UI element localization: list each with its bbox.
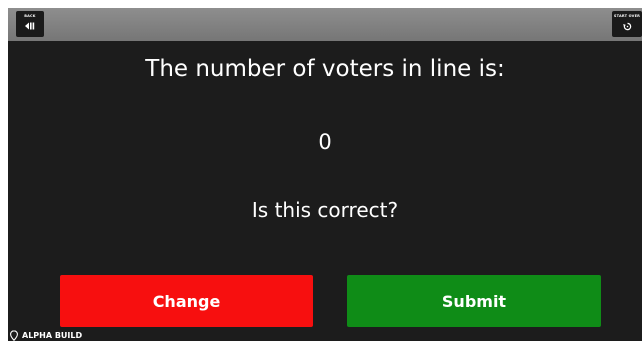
back-arrow-icon	[16, 22, 44, 32]
restart-icon	[612, 22, 642, 32]
back-button-label: BACK	[24, 14, 36, 18]
voters-in-line-question: The number of voters in line is:	[145, 56, 505, 82]
start-over-button[interactable]: START OVER	[612, 11, 642, 37]
submit-button[interactable]: Submit	[347, 275, 601, 327]
voter-count-value: 0	[318, 130, 332, 154]
top-bar: BACK START OVER	[8, 8, 642, 41]
start-over-label: START OVER	[613, 14, 641, 18]
build-label: ALPHA BUILD	[22, 331, 83, 340]
change-button[interactable]: Change	[60, 275, 313, 327]
voter-screen: BACK START OVER The number of voters in …	[8, 8, 642, 341]
back-button[interactable]: BACK	[16, 11, 44, 37]
confirm-question: Is this correct?	[251, 198, 399, 222]
location-pin-icon	[10, 330, 18, 341]
build-badge: ALPHA BUILD	[10, 330, 82, 341]
